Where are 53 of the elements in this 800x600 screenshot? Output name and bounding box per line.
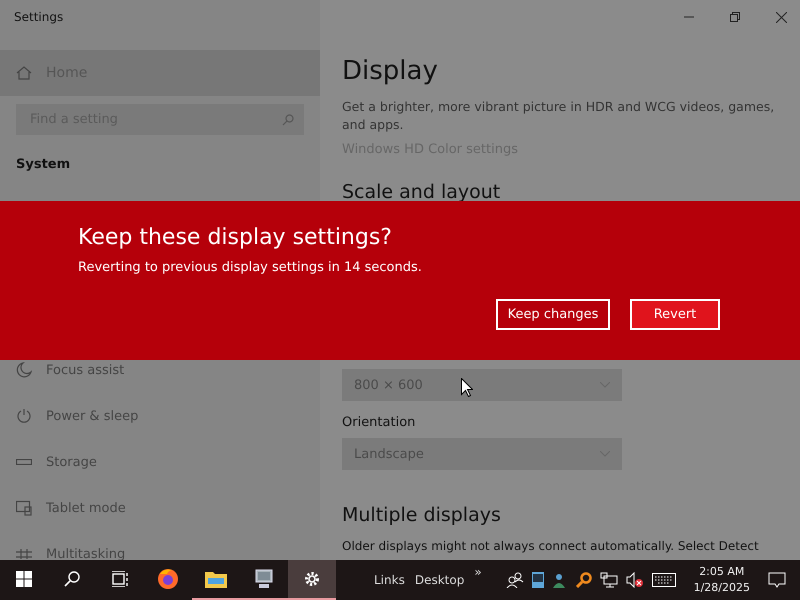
overflow-chevron[interactable]: » <box>474 565 482 579</box>
magnifier-icon[interactable] <box>576 572 592 588</box>
revert-button[interactable]: Revert <box>630 299 720 330</box>
restore-icon <box>730 12 740 22</box>
minimize-icon <box>684 16 694 18</box>
mouse-cursor-icon <box>461 378 473 397</box>
firefox-icon <box>157 568 179 590</box>
sidebar-item[interactable]: Multitasking <box>0 531 320 560</box>
power-icon <box>16 408 32 424</box>
speaker-icon[interactable] <box>626 572 644 588</box>
settings-icon <box>303 570 321 588</box>
computer-icon <box>253 569 275 589</box>
section-heading: System <box>16 157 72 172</box>
storage-icon <box>16 459 32 465</box>
sidebar-item-label: Tablet mode <box>46 500 126 516</box>
sidebar-item-label: Power & sleep <box>46 408 138 424</box>
page-description: Get a brighter, more vibrant picture in HDR and WCG videos, games, and apps. <box>342 98 776 134</box>
sidebar-item[interactable]: Storage <box>0 439 320 485</box>
page-title: Display <box>342 56 439 86</box>
banner-message: Reverting to previous display settings in 14 seconds. <box>78 260 423 275</box>
close-icon <box>776 12 786 22</box>
multitasking-icon <box>16 549 32 559</box>
device-icon[interactable] <box>532 572 544 588</box>
sidebar-item-label: Multitasking <box>46 546 126 560</box>
tablet-icon <box>16 500 32 516</box>
notification-icon[interactable] <box>768 572 786 588</box>
folder-icon <box>205 570 227 588</box>
moon-icon <box>16 362 32 378</box>
section-heading: Scale and layout <box>342 181 502 203</box>
sidebar-item-label: Storage <box>46 454 97 470</box>
orientation-label: Orientation <box>342 415 416 430</box>
section-heading: Multiple displays <box>342 504 502 526</box>
home-icon <box>16 66 32 80</box>
toolbar-label[interactable]: Links <box>374 573 405 587</box>
network-icon[interactable] <box>600 572 618 588</box>
keep-changes-button[interactable]: Keep changes <box>496 299 610 330</box>
toolbar-label[interactable]: Desktop <box>414 573 464 587</box>
search-icon <box>64 571 80 587</box>
task-view-icon <box>111 571 129 587</box>
keyboard-icon[interactable] <box>652 573 676 587</box>
clock[interactable]: 2:05 AM 1/28/2025 <box>684 564 760 596</box>
user-network-icon[interactable] <box>552 572 568 588</box>
sidebar-item-label: Focus assist <box>46 362 124 378</box>
sidebar-item[interactable]: Tablet mode <box>0 485 320 531</box>
search-icon <box>282 114 294 126</box>
sidebar-item[interactable]: Power & sleep <box>0 393 320 439</box>
window-title: Settings <box>13 9 64 26</box>
taskbar-button[interactable] <box>288 560 336 600</box>
sidebar-item[interactable]: Focus assist <box>0 347 320 393</box>
banner-title: Keep these display settings? <box>78 225 393 250</box>
people-icon[interactable] <box>506 572 524 588</box>
multiple-displays-text: Older displays might not always connect automatically. Select Detect <box>342 538 759 554</box>
windows-logo-icon <box>16 571 32 587</box>
